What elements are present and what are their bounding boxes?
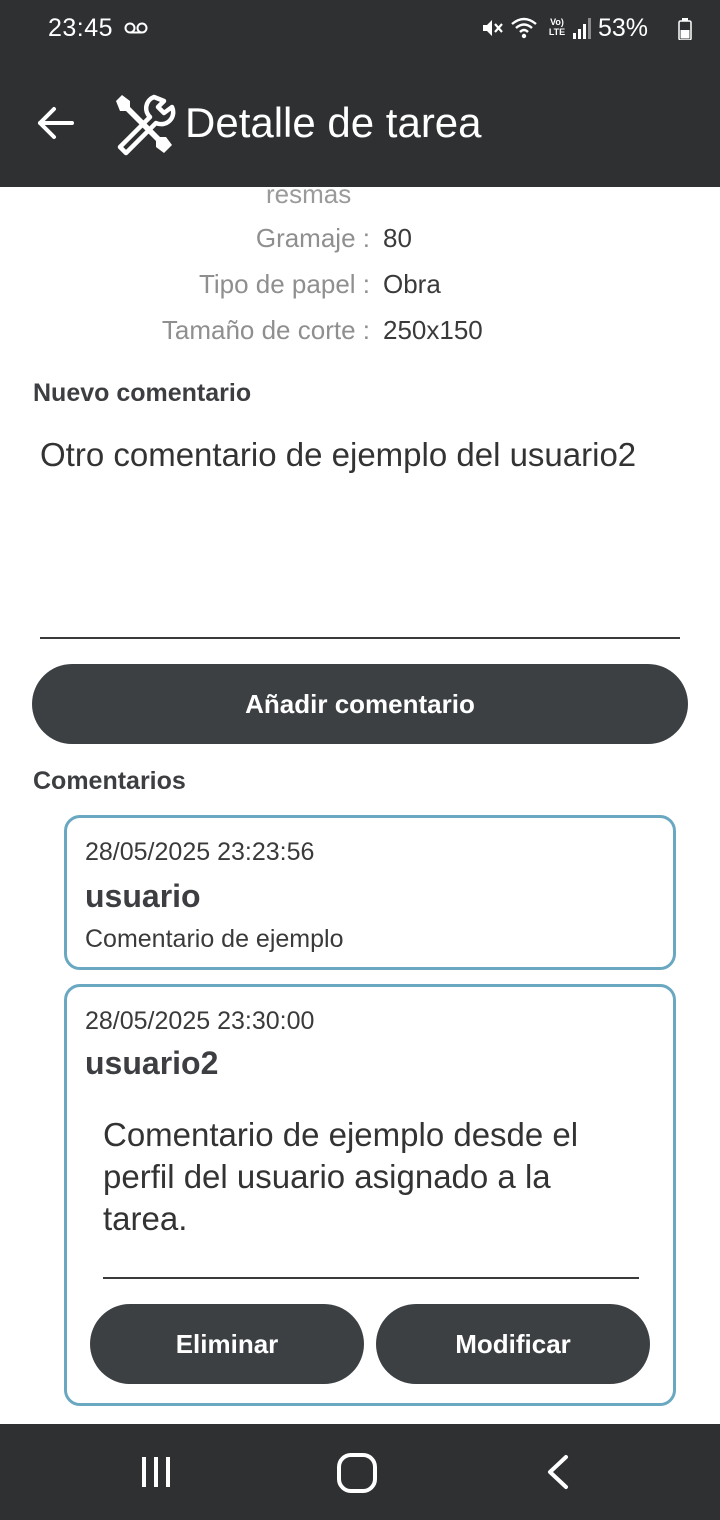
battery-text: 53% [598, 14, 649, 42]
wifi-icon [511, 17, 537, 39]
home-icon[interactable] [334, 1450, 380, 1496]
delete-comment-button[interactable]: Eliminar [90, 1304, 364, 1384]
comment-card-editable[interactable]: 28/05/2025 23:30:00 usuario2 Comentario … [64, 984, 676, 1406]
new-comment-underline [40, 637, 680, 639]
screen: 23:45 Vo) LTE 53% Detalle de tarea resma… [0, 0, 720, 1520]
tools-icon [116, 94, 176, 156]
new-comment-heading: Nuevo comentario [33, 379, 252, 407]
detail-label-partial: resmas [266, 187, 352, 209]
comment-user: usuario2 [85, 1045, 219, 1081]
detail-row-tipo-papel: Tipo de papel : Obra [0, 269, 720, 309]
comment-text: Comentario de ejemplo [85, 925, 344, 953]
voicemail-icon [124, 22, 148, 34]
back-arrow-icon[interactable] [34, 101, 78, 145]
status-bar: 23:45 Vo) LTE 53% [0, 0, 720, 59]
task-detail-content[interactable]: resmas Gramaje : 80 Tipo de papel : Obra… [0, 187, 720, 1424]
edit-comment-button[interactable]: Modificar [376, 1304, 650, 1384]
status-icons: Vo) LTE 53% [470, 0, 720, 59]
new-comment-input[interactable]: Otro comentario de ejemplo del usuario2 [40, 435, 640, 475]
recents-icon[interactable] [136, 1454, 176, 1490]
detail-value: Obra [383, 269, 441, 299]
app-bar: Detalle de tarea [0, 59, 720, 187]
comments-heading: Comentarios [33, 767, 186, 795]
detail-label: Gramaje : [255, 223, 370, 253]
battery-icon [678, 18, 692, 40]
detail-value: 250x150 [383, 315, 483, 345]
back-icon[interactable] [540, 1454, 576, 1490]
system-nav-bar [0, 1424, 720, 1520]
detail-label: Tipo de papel : [198, 269, 370, 299]
mute-icon [483, 20, 503, 36]
lte-icon: Vo) LTE [548, 17, 566, 37]
detail-label: Tamaño de corte : [161, 315, 370, 345]
comment-edit-underline [103, 1277, 639, 1279]
detail-row-gramaje: Gramaje : 80 [0, 223, 720, 263]
comment-card[interactable]: 28/05/2025 23:23:56 usuario Comentario d… [64, 815, 676, 970]
comment-date: 28/05/2025 23:23:56 [85, 838, 315, 866]
status-time: 23:45 [48, 14, 114, 42]
detail-row-tamano-corte: Tamaño de corte : 250x150 [0, 315, 720, 355]
add-comment-button[interactable]: Añadir comentario [32, 664, 688, 744]
comment-edit-input[interactable]: Comentario de ejemplo desde el perfil de… [103, 1114, 643, 1240]
comment-date: 28/05/2025 23:30:00 [85, 1007, 315, 1035]
comment-user: usuario [85, 878, 201, 914]
detail-value: 80 [383, 223, 412, 253]
page-title: Detalle de tarea [185, 99, 482, 146]
signal-icon [573, 18, 591, 39]
